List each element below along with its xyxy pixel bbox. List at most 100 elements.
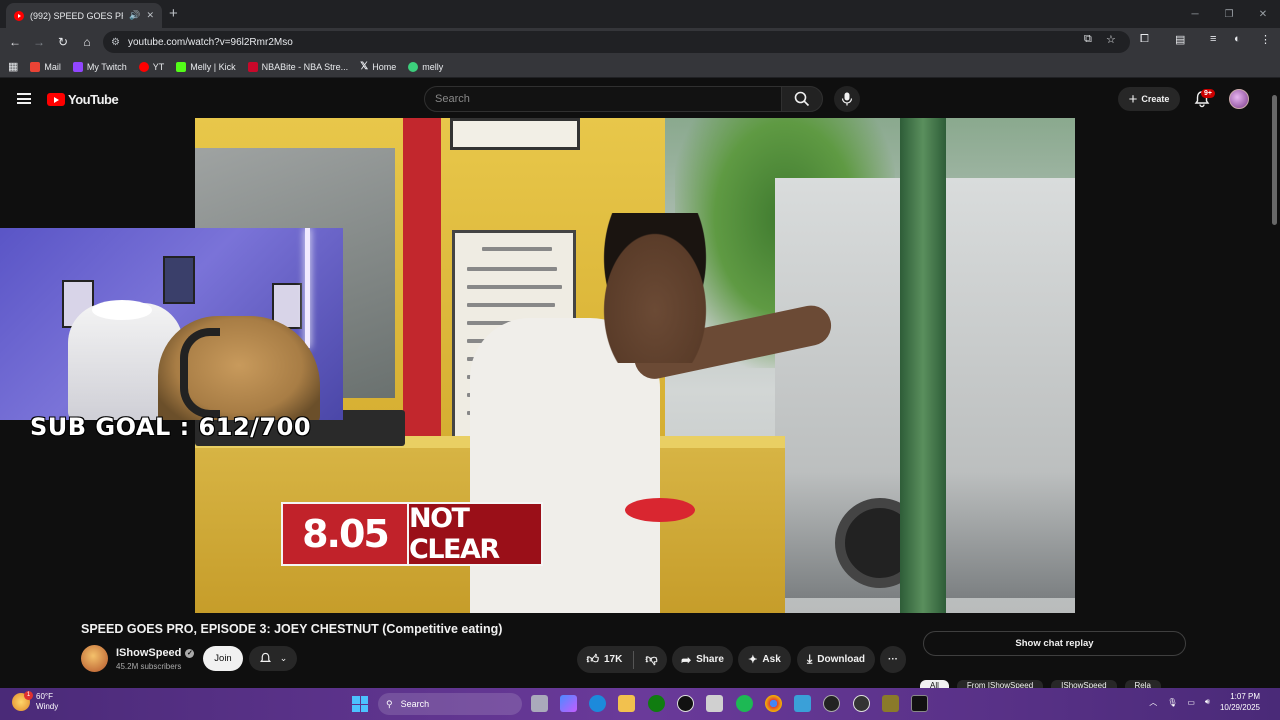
site-info-icon[interactable]: ⚙ <box>111 37 120 48</box>
address-bar[interactable]: ⚙ youtube.com/watch?v=96l2Rmr2Mso <box>103 31 1130 53</box>
chair-pillow <box>92 300 152 320</box>
kick-icon <box>176 61 187 72</box>
xbox-icon[interactable] <box>648 695 665 712</box>
download-button[interactable]: ⤓ Download <box>797 646 875 673</box>
install-app-icon[interactable]: ⧉ <box>1084 33 1092 46</box>
back-icon[interactable]: ← <box>6 33 24 51</box>
store-icon[interactable] <box>706 695 723 712</box>
speaker-icon[interactable]: 🔊 <box>129 10 140 21</box>
thumbs-down-icon: 👎︎ <box>645 652 658 666</box>
task-view-icon[interactable] <box>531 695 548 712</box>
url-text: youtube.com/watch?v=96l2Rmr2Mso <box>127 36 293 48</box>
page-scrollbar[interactable] <box>1272 95 1277 225</box>
network-icon[interactable]: ▭ <box>1187 698 1195 707</box>
bookmark-label: YT <box>152 61 165 72</box>
search-input[interactable]: Search <box>424 86 782 112</box>
bookmark-my-twitch[interactable]: My Twitch <box>72 61 127 72</box>
minimize-icon[interactable]: ─ <box>1178 0 1212 28</box>
windows-start-icon[interactable] <box>352 696 368 712</box>
subscription-bell-button[interactable]: ⌄ <box>249 646 297 671</box>
bookmark-nbabite[interactable]: NBABite - NBA Stre... <box>247 61 348 72</box>
video-sign <box>450 118 580 150</box>
new-tab-button[interactable]: + <box>169 5 178 22</box>
bookmark-x-home[interactable]: 𝕏 Home <box>360 61 396 72</box>
reload-icon[interactable]: ↻ <box>54 33 72 51</box>
spotify-icon[interactable] <box>736 695 753 712</box>
menu-kebab-icon[interactable]: ⋮ <box>1260 33 1271 46</box>
profile-icon[interactable]: ◐ <box>1234 33 1241 45</box>
bookmark-kick[interactable]: Melly | Kick <box>176 61 236 72</box>
close-window-icon[interactable]: ✕ <box>1246 0 1280 28</box>
gmail-icon <box>30 61 41 72</box>
weather-badge: 1 <box>24 691 33 700</box>
search-button[interactable] <box>781 86 823 112</box>
search-icon: ⚲ <box>386 698 393 709</box>
bell-icon <box>259 652 271 662</box>
app-icon[interactable] <box>911 695 928 712</box>
channel-avatar[interactable] <box>81 645 108 672</box>
channel-name[interactable]: IShowSpeed ✓ <box>116 647 195 659</box>
more-icon: ··· <box>888 654 898 665</box>
media-player-icon[interactable] <box>823 695 840 712</box>
more-actions-button[interactable]: ··· <box>880 646 906 673</box>
apps-grid-icon[interactable]: ▦ <box>8 60 18 73</box>
share-button[interactable]: ➦ Share <box>672 646 733 673</box>
browser-toolbar: ← → ↻ ⌂ ⚙ youtube.com/watch?v=96l2Rmr2Ms… <box>0 28 1280 56</box>
app-icon[interactable] <box>853 695 870 712</box>
menu-icon[interactable] <box>17 93 31 104</box>
video-title: SPEED GOES PRO, EPISODE 3: JOEY CHESTNUT… <box>81 622 503 636</box>
app-icon[interactable] <box>882 695 899 712</box>
bookmark-star-icon[interactable]: ☆ <box>1106 33 1116 46</box>
volume-icon[interactable]: 🔊︎ <box>1205 697 1210 707</box>
account-avatar[interactable] <box>1229 89 1249 109</box>
bookmark-mail[interactable]: Mail <box>30 61 61 72</box>
obs-icon[interactable] <box>677 695 694 712</box>
tray-overflow-icon[interactable]: ︿ <box>1149 697 1157 708</box>
youtube-logo[interactable]: YouTube <box>47 92 119 107</box>
bookmark-label: My Twitch <box>86 61 127 72</box>
forward-icon[interactable]: → <box>30 33 48 51</box>
edge-icon[interactable] <box>589 695 606 712</box>
time: 1:07 PM <box>1230 692 1260 701</box>
ask-button[interactable]: ✦ Ask <box>738 646 791 673</box>
photos-icon[interactable] <box>794 695 811 712</box>
weather-widget[interactable]: 1 60°F Windy <box>12 691 58 712</box>
chrome-icon[interactable] <box>765 695 782 712</box>
download-icon: ⤓ <box>806 652 813 666</box>
taskbar-search[interactable]: ⚲ Search <box>378 693 522 715</box>
notification-count-badge: 9+ <box>1201 89 1215 98</box>
home-icon[interactable]: ⌂ <box>78 33 96 51</box>
join-button[interactable]: Join <box>203 646 243 671</box>
screen: (992) SPEED GOES PRO, EPI 🔊 ✕ + ─ ❐ ✕ ← … <box>0 0 1280 720</box>
voice-search-button[interactable] <box>834 86 860 112</box>
like-count: 17K <box>604 654 623 665</box>
create-button[interactable]: + Create <box>1118 87 1180 111</box>
sub-goal-text: SUB GOAL : 612/700 <box>30 413 312 441</box>
bookmark-label: Home <box>372 61 397 72</box>
bookmark-yt[interactable]: YT <box>138 61 165 72</box>
thumbs-up-icon: 👍︎ <box>586 652 599 666</box>
dislike-button[interactable]: 👎︎ <box>645 652 657 667</box>
bookmark-melly[interactable]: melly <box>408 61 443 72</box>
microphone-tray-icon[interactable]: 🎙︎ <box>1167 698 1177 707</box>
clock[interactable]: 1:07 PM 10/29/2025 <box>1220 691 1260 713</box>
browser-tab[interactable]: (992) SPEED GOES PRO, EPI 🔊 ✕ <box>6 3 162 28</box>
file-explorer-icon[interactable] <box>618 695 635 712</box>
bookmark-label: Mail <box>44 61 61 72</box>
restore-icon[interactable]: ❐ <box>1212 0 1246 28</box>
side-panel-icon[interactable]: ▤ <box>1175 33 1185 46</box>
extensions-icon[interactable]: ⧠ <box>1140 33 1149 46</box>
melly-icon <box>408 61 419 72</box>
share-arrow-icon: ➦ <box>681 652 692 667</box>
window-controls: ─ ❐ ✕ <box>1178 0 1280 28</box>
show-chat-replay-button[interactable]: Show chat replay <box>923 631 1186 656</box>
date: 10/29/2025 <box>1219 703 1260 712</box>
copilot-icon[interactable] <box>560 695 577 712</box>
like-button[interactable]: 👍︎ 17K <box>586 652 622 667</box>
taskbar-search-label: Search <box>400 699 430 709</box>
close-tab-icon[interactable]: ✕ <box>146 10 154 21</box>
temperature: 60°F <box>36 692 53 701</box>
media-control-icon[interactable]: ≡ <box>1210 33 1216 45</box>
create-label: Create <box>1141 94 1170 104</box>
like-dislike-group: 👍︎ 17K 👎︎ <box>577 646 667 673</box>
